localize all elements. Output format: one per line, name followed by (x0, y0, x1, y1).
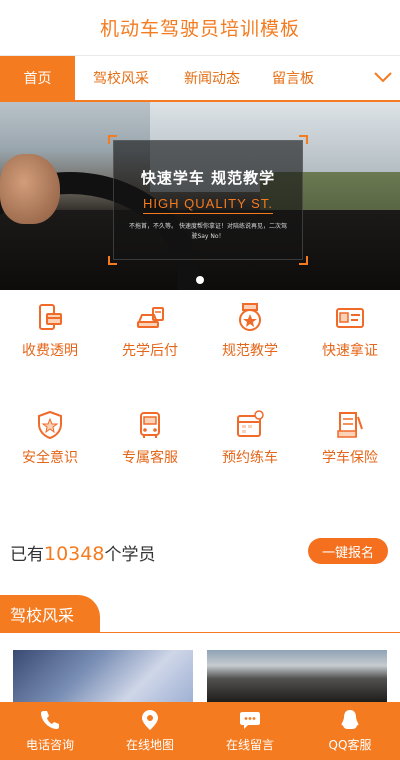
footer-label: QQ客服 (328, 738, 372, 752)
footer-online-map[interactable]: 在线地图 (100, 702, 200, 760)
gallery-photo-road[interactable] (207, 650, 387, 702)
banner-slogan: 不拖首，不久等。 快速度帮你拿证！对陪练说再见，二次驾驶Say No！ (129, 223, 287, 240)
section-header: 驾校风采 (0, 595, 400, 633)
page-header: 机动车驾驶员培训模板 (0, 0, 400, 56)
gallery-photo-speedometer[interactable] (13, 650, 193, 702)
corner-decoration (299, 256, 308, 265)
carousel-dot-active[interactable] (196, 276, 204, 284)
tab-news[interactable]: 新闻动态 (167, 56, 257, 100)
feature-fast-license[interactable]: 快速拿证 (300, 290, 400, 397)
phone-card-icon (39, 304, 62, 330)
school-photo-gallery (0, 650, 400, 702)
feature-label: 安全意识 (22, 450, 78, 466)
feature-transparent-fees[interactable]: 收费透明 (0, 290, 100, 397)
document-pen-icon (337, 412, 363, 438)
phone-icon (41, 711, 59, 729)
bus-icon (140, 412, 160, 438)
banner-subheadline: HIGH QUALITY ST. (143, 196, 273, 214)
tab-school-style[interactable]: 驾校风采 (75, 56, 167, 100)
hand-image (0, 154, 60, 224)
student-count-suffix: 个学员 (104, 545, 156, 565)
medal-icon (239, 303, 261, 331)
section-title: 驾校风采 (0, 595, 100, 633)
footer-label: 在线留言 (225, 738, 274, 752)
corner-decoration (108, 135, 117, 144)
banner-caption-box: 快速学车 规范教学 HIGH QUALITY ST. 不拖首，不久等。 快速度帮… (108, 135, 308, 265)
student-count-text: 已有10348个学员 (10, 540, 155, 565)
chat-bubble-icon (240, 712, 260, 729)
feature-label: 先学后付 (122, 343, 178, 359)
feature-driving-insurance[interactable]: 学车保险 (300, 397, 400, 504)
banner-headline: 快速学车 规范教学 (140, 169, 276, 187)
feature-book-practice[interactable]: 预约练车 (200, 397, 300, 504)
feature-safety-awareness[interactable]: 安全意识 (0, 397, 100, 504)
calendar-icon (237, 410, 264, 437)
feature-dedicated-service[interactable]: 专属客服 (100, 397, 200, 504)
footer-label: 在线地图 (125, 738, 174, 752)
feature-standard-teaching[interactable]: 规范教学 (200, 290, 300, 397)
signup-button[interactable]: 一键报名 (308, 538, 388, 564)
feature-label: 专属客服 (122, 450, 178, 466)
hero-banner[interactable]: 快速学车 规范教学 HIGH QUALITY ST. 不拖首，不久等。 快速度帮… (0, 102, 400, 290)
shield-star-icon (38, 410, 62, 440)
footer-phone-consult[interactable]: 电话咨询 (0, 702, 100, 760)
footer-online-message[interactable]: 在线留言 (200, 702, 300, 760)
feature-label: 学车保险 (322, 450, 378, 466)
car-pay-icon (137, 307, 164, 328)
tab-home[interactable]: 首页 (0, 56, 75, 100)
feature-label: 规范教学 (222, 343, 278, 359)
footer-qq-service[interactable]: QQ客服 (300, 702, 400, 760)
feature-grid: 收费透明 先学后付 规范教学 快速拿证 安全意识 专属客服 预约练车 学车保险 (0, 290, 400, 504)
bottom-action-bar: 电话咨询 在线地图 在线留言 QQ客服 (0, 702, 400, 760)
feature-label: 快速拿证 (322, 343, 378, 359)
main-nav: 首页 驾校风采 新闻动态 留言板 (0, 56, 400, 102)
student-counter: 已有10348个学员 一键报名 (0, 532, 400, 572)
student-count-number: 10348 (44, 543, 105, 565)
corner-decoration (108, 256, 117, 265)
feature-label: 收费透明 (22, 343, 78, 359)
license-card-icon (336, 308, 364, 328)
corner-decoration (299, 135, 308, 144)
feature-label: 预约练车 (222, 450, 278, 466)
student-count-prefix: 已有 (10, 545, 44, 565)
tab-guestbook[interactable]: 留言板 (257, 56, 329, 100)
carousel-dots (0, 276, 400, 284)
footer-label: 电话咨询 (25, 738, 74, 752)
site-title: 机动车驾驶员培训模板 (99, 18, 300, 40)
qq-penguin-icon (341, 710, 359, 729)
chevron-down-icon[interactable] (374, 70, 392, 84)
feature-learn-first-pay-later[interactable]: 先学后付 (100, 290, 200, 397)
map-pin-icon (142, 710, 158, 730)
